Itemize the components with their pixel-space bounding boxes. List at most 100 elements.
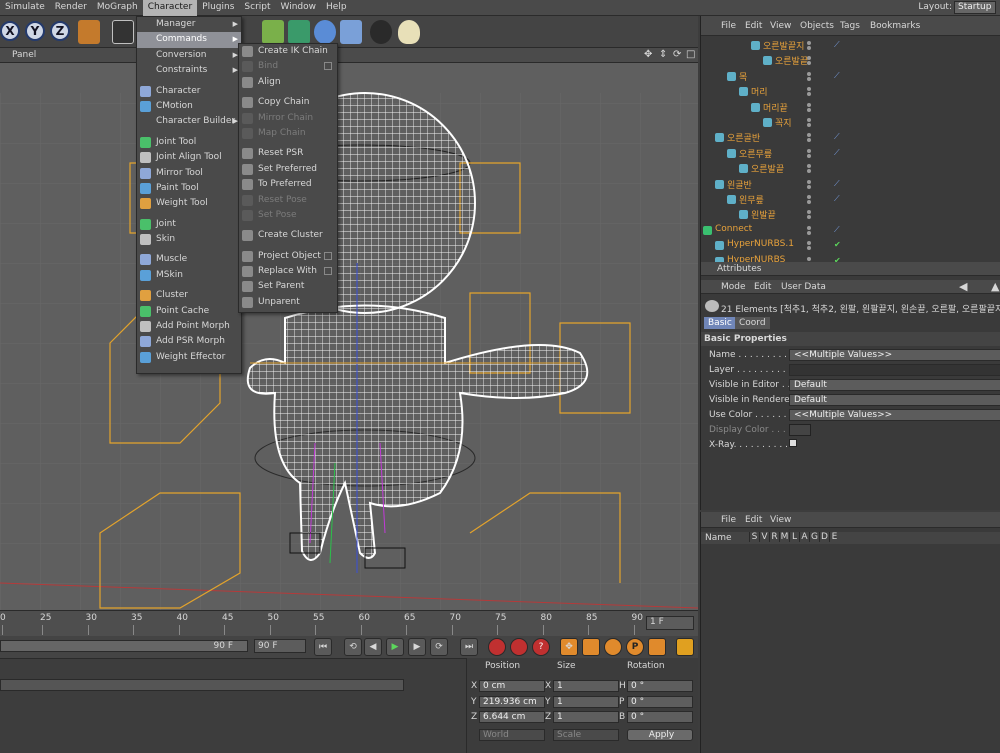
visibility-dots[interactable] [807, 71, 821, 81]
menu-script[interactable]: Script [239, 0, 275, 16]
obj-menu-objects[interactable]: Objects [800, 21, 834, 31]
menu-item-mirror-tool[interactable]: Mirror Tool [137, 166, 241, 181]
menu-item-manager[interactable]: Manager ▶ [137, 17, 241, 32]
command-create-ik-chain[interactable]: Create IK Chain [239, 44, 337, 59]
keyframe-selection-icon[interactable]: ? [532, 638, 550, 656]
3d-viewport[interactable] [0, 63, 698, 610]
command-set-preferred[interactable]: Set Preferred [239, 162, 337, 177]
coord-rot-field[interactable]: 0 ° [627, 680, 693, 692]
object-row[interactable]: 오른발끝지 ⟋ [701, 38, 1000, 53]
material-scrollbar[interactable] [0, 679, 404, 691]
options-icon[interactable] [324, 251, 332, 260]
attr-field[interactable]: Default [789, 379, 1000, 391]
object-row[interactable]: 목 ⟋ [701, 69, 1000, 84]
menu-item-add-point-morph[interactable]: Add Point Morph [137, 319, 241, 334]
object-row[interactable]: 머리 [701, 84, 1000, 99]
menu-item-joint-align-tool[interactable]: Joint Align Tool [137, 150, 241, 165]
menu-item-cmotion[interactable]: CMotion [137, 99, 241, 114]
object-row[interactable]: 왼무릎 ⟋ [701, 192, 1000, 207]
ik-tag-icon[interactable]: ⟋ [834, 71, 842, 80]
visibility-dots[interactable] [807, 118, 821, 127]
obj-menu-tags[interactable]: Tags [840, 21, 860, 31]
visibility-dots[interactable] [807, 179, 821, 189]
timeline-options-icon[interactable] [676, 638, 694, 656]
menu-simulate[interactable]: Simulate [0, 0, 50, 16]
menu-item-constraints[interactable]: Constraints ▶ [137, 63, 241, 78]
command-create-cluster[interactable]: Create Cluster [239, 228, 337, 243]
command-project-object[interactable]: Project Object [239, 249, 337, 264]
obj-menu-edit[interactable]: Edit [745, 21, 762, 31]
obj-menu-view[interactable]: View [770, 21, 791, 31]
menu-item-point-cache[interactable]: Point Cache [137, 304, 241, 319]
options-icon[interactable] [324, 267, 332, 276]
coord-pos-field[interactable]: 219.936 cm [479, 695, 545, 708]
up-arrow-icon[interactable]: ▲ [991, 280, 999, 293]
z-axis-lock-icon[interactable]: Z [50, 21, 70, 41]
visibility-dots[interactable] [807, 102, 821, 112]
object-row[interactable]: HyperNURBS.1 ✔ [701, 238, 1000, 253]
back-arrow-icon[interactable]: ◀ [959, 280, 967, 293]
menu-item-commands[interactable]: Commands ▶ [137, 32, 241, 48]
generator-icon[interactable] [288, 20, 310, 44]
visibility-dots[interactable] [807, 241, 821, 251]
key-parameter-icon[interactable]: P [626, 638, 644, 656]
obj-menu-bookmarks[interactable]: Bookmarks [870, 21, 920, 31]
command-replace-with[interactable]: Replace With [239, 264, 337, 279]
layer-flag[interactable]: V [759, 532, 769, 542]
layer-menu-file[interactable]: File [721, 515, 736, 525]
object-row[interactable]: 오른골반 ⟋ [701, 130, 1000, 145]
coord-size-field[interactable]: 1 [553, 680, 619, 692]
layer-flag[interactable]: R [769, 532, 779, 542]
layer-flag[interactable]: M [779, 532, 789, 542]
layer-menu-edit[interactable]: Edit [745, 515, 762, 525]
obj-menu-file[interactable]: File [721, 21, 736, 31]
menu-item-skin[interactable]: Skin [137, 232, 241, 247]
visibility-dots[interactable] [807, 195, 821, 204]
previous-frame-icon[interactable]: ◀ [364, 638, 382, 656]
menu-item-weight-tool[interactable]: Weight Tool [137, 196, 241, 211]
y-axis-lock-icon[interactable]: Y [25, 21, 45, 41]
visibility-dots[interactable] [807, 225, 821, 235]
menu-plugins[interactable]: Plugins [197, 0, 239, 16]
x-ray-checkbox[interactable] [789, 439, 797, 447]
render-view-icon[interactable] [112, 20, 134, 44]
apply-button[interactable]: Apply [627, 729, 693, 741]
coord-pos-field[interactable]: 0 cm [479, 680, 545, 692]
object-name[interactable]: 오른발끝 [775, 54, 808, 67]
ik-tag-icon[interactable]: ⟋ [834, 179, 842, 188]
object-name[interactable]: 오른발끝지 [763, 39, 804, 52]
object-name[interactable]: 머리 [751, 85, 768, 98]
menu-window[interactable]: Window [276, 0, 322, 16]
command-to-preferred[interactable]: To Preferred [239, 177, 337, 192]
previous-key-icon[interactable]: ⟲ [344, 638, 362, 656]
object-row[interactable]: 왼골반 ⟋ [701, 177, 1000, 192]
deformer-icon[interactable] [314, 20, 336, 44]
rotate-view-icon[interactable]: ⟳ [673, 49, 681, 60]
menu-render[interactable]: Render [50, 0, 92, 16]
next-key-icon[interactable]: ⟳ [430, 638, 448, 656]
object-name[interactable]: 목 [739, 70, 747, 83]
command-copy-chain[interactable]: Copy Chain [239, 95, 337, 110]
visibility-dots[interactable] [807, 41, 821, 50]
object-name[interactable]: HyperNURBS.1 [727, 239, 794, 249]
coord-pos-field[interactable]: 6.644 cm [479, 711, 545, 723]
coord-size-field[interactable]: 1 [553, 711, 619, 723]
attr-field[interactable] [789, 364, 1000, 376]
preview-range-slider[interactable]: 90 F [0, 640, 248, 652]
menu-item-character[interactable]: Character [137, 84, 241, 99]
object-name[interactable]: 머리끝 [763, 101, 788, 114]
ik-tag-icon[interactable]: ⟋ [834, 194, 842, 203]
menu-character[interactable]: Character [142, 0, 198, 16]
layer-flag[interactable]: A [799, 532, 809, 542]
command-align[interactable]: Align [239, 75, 337, 90]
key-rotation-icon[interactable] [604, 638, 622, 656]
attr-menu-mode[interactable]: Mode [721, 282, 746, 292]
object-row[interactable]: 꼭지 [701, 115, 1000, 130]
menu-item-conversion[interactable]: Conversion ▶ [137, 48, 241, 63]
maximize-view-icon[interactable]: □ [686, 49, 695, 60]
layer-flag[interactable]: S [749, 532, 759, 542]
visibility-dots[interactable] [807, 56, 821, 66]
zoom-view-icon[interactable]: ⇕ [659, 49, 667, 60]
menu-item-joint-tool[interactable]: Joint Tool [137, 135, 241, 150]
primitive-icon[interactable] [262, 20, 284, 44]
